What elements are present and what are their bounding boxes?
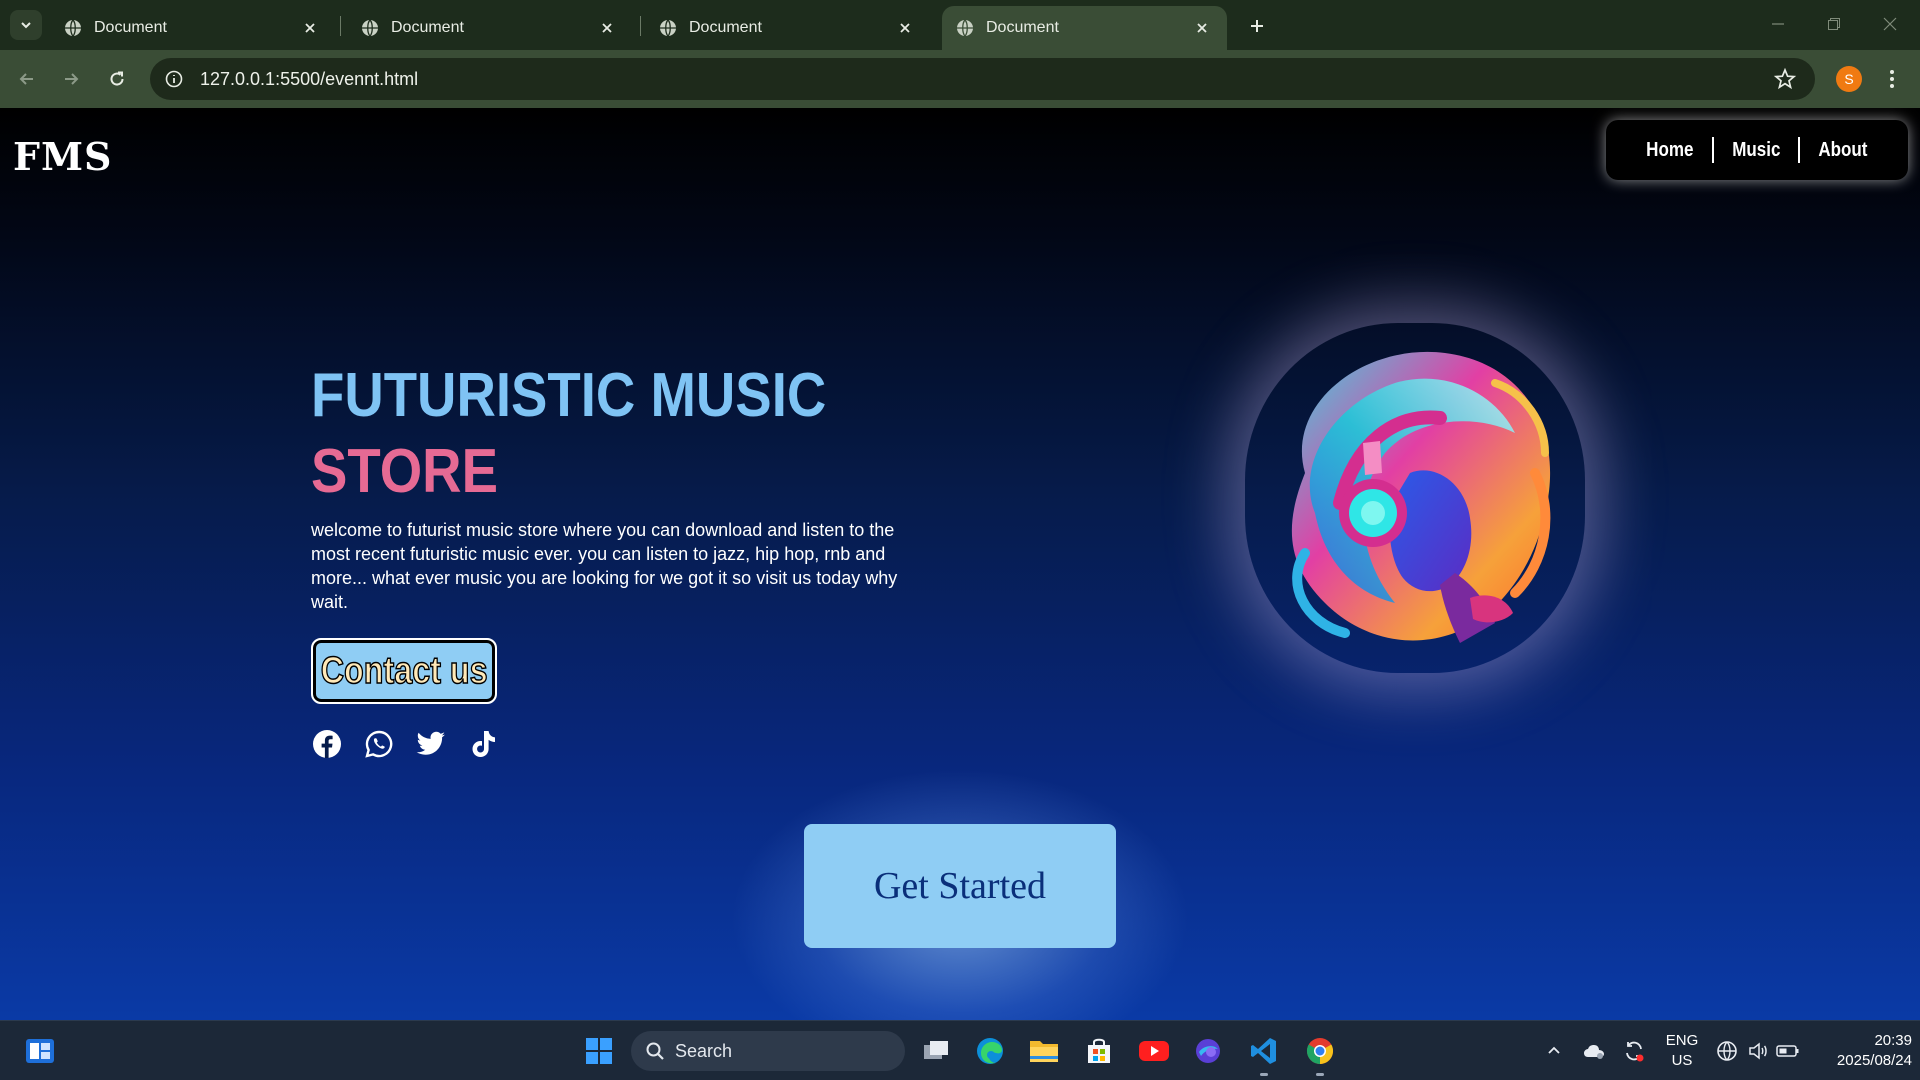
globe-icon [660,19,676,37]
close-tab-icon[interactable] [299,17,321,39]
sync-icon[interactable] [1622,1039,1646,1063]
volume-icon[interactable] [1746,1039,1770,1063]
lang-code: ENG [1665,1032,1699,1049]
main-nav: Home Music About [1606,120,1908,180]
browser-tab[interactable]: Document [347,6,632,50]
hero-title: FUTURISTIC MUSIC STORE [311,358,826,510]
site-info-icon[interactable] [162,67,186,91]
chevron-up-icon [1548,1046,1560,1054]
web-page: FMS Home Music About FUTURISTIC MUSIC ST… [0,108,1920,1020]
clock-time: 20:39 [1874,1032,1912,1049]
nav-divider [1711,137,1714,163]
network-icon[interactable] [1715,1039,1739,1063]
running-indicator [1260,1073,1268,1076]
profile-avatar[interactable]: S [1836,66,1862,92]
more-vertical-icon [1890,70,1894,88]
globe-icon [65,19,81,37]
tab-divider [640,16,641,36]
nav-home-link[interactable]: Home [1634,139,1705,162]
nav-music-link[interactable]: Music [1720,139,1792,162]
nav-about-link[interactable]: About [1807,139,1880,162]
minimize-button[interactable] [1758,10,1798,38]
globe-icon [362,19,378,37]
hero-description: welcome to futurist music store where yo… [311,520,898,612]
task-view-icon[interactable] [918,1033,954,1069]
chrome-icon[interactable] [1302,1033,1338,1069]
plus-icon [1251,20,1263,32]
hero-illustration [1245,323,1585,673]
tiktok-icon[interactable] [467,728,499,760]
onedrive-icon[interactable] [1582,1039,1606,1063]
close-tab-icon[interactable] [596,17,618,39]
search-icon [646,1042,664,1060]
close-window-button[interactable] [1870,10,1910,38]
show-hidden-icons-button[interactable] [1542,1039,1566,1063]
browser-tab[interactable]: Document [645,6,930,50]
globe-icon [957,19,973,37]
microsoft-store-icon[interactable] [1081,1033,1117,1069]
bookmark-star-icon[interactable] [1773,67,1797,91]
lang-region: US [1671,1052,1693,1069]
tab-divider [340,16,341,36]
youtube-icon[interactable] [1136,1033,1172,1069]
hero-title-line2: STORE [311,437,498,506]
taskbar-search-label: Search [675,1040,733,1061]
close-tab-icon[interactable] [894,17,916,39]
reload-button[interactable] [102,64,132,94]
new-tab-button[interactable] [1243,12,1271,40]
tab-title: Document [986,19,1059,36]
browser-menu-button[interactable] [1882,66,1902,92]
copilot-icon[interactable] [1190,1033,1226,1069]
contact-us-label: Contact us [320,649,488,693]
chevron-down-icon [21,22,31,29]
minimize-icon [1772,23,1784,25]
hero-title-line1: FUTURISTIC MUSIC [311,361,827,430]
close-icon [1883,17,1897,31]
facebook-icon[interactable] [311,728,343,760]
windows-start-icon [586,1038,612,1064]
get-started-button[interactable]: Get Started [804,824,1116,948]
edge-icon[interactable] [972,1033,1008,1069]
running-indicator [1316,1073,1324,1076]
battery-icon[interactable] [1776,1039,1800,1063]
file-explorer-icon[interactable] [1026,1033,1062,1069]
tab-title: Document [94,19,167,36]
tab-title: Document [689,19,762,36]
contact-us-button[interactable]: Contact us [311,638,497,704]
site-logo[interactable]: FMS [13,134,112,179]
arrow-right-icon [65,73,79,85]
browser-tab-active[interactable]: Document [942,6,1227,50]
arrow-left-icon [19,73,33,85]
whatsapp-icon[interactable] [363,728,395,760]
browser-tab-strip: Document Document Document Document [0,0,1920,50]
windows-taskbar: Search ENG US 20:39 2025/08/24 [0,1020,1920,1080]
nav-divider [1798,137,1801,163]
back-button[interactable] [12,64,42,94]
restore-icon [1828,18,1840,30]
tab-title: Document [391,19,464,36]
forward-button[interactable] [56,64,86,94]
taskbar-search[interactable]: Search [631,1031,905,1071]
restore-button[interactable] [1814,10,1854,38]
close-tab-icon[interactable] [1191,17,1213,39]
tab-search-button[interactable] [10,10,42,40]
social-links [311,728,499,760]
twitter-icon[interactable] [415,728,447,760]
taskbar-clock[interactable]: 20:39 2025/08/24 [1812,1031,1912,1071]
start-button[interactable] [581,1033,617,1069]
clock-date: 2025/08/24 [1836,1052,1912,1069]
get-started-label: Get Started [873,865,1046,907]
browser-toolbar: 127.0.0.1:5500/evennt.html S [0,50,1920,108]
browser-tab[interactable]: Document [50,6,335,50]
vscode-icon[interactable] [1246,1033,1282,1069]
reload-icon [110,71,124,86]
url-text: 127.0.0.1:5500/evennt.html [200,68,419,89]
input-language[interactable]: ENG US [1660,1031,1704,1071]
widgets-icon[interactable] [24,1035,56,1067]
address-bar[interactable]: 127.0.0.1:5500/evennt.html [150,58,1815,100]
